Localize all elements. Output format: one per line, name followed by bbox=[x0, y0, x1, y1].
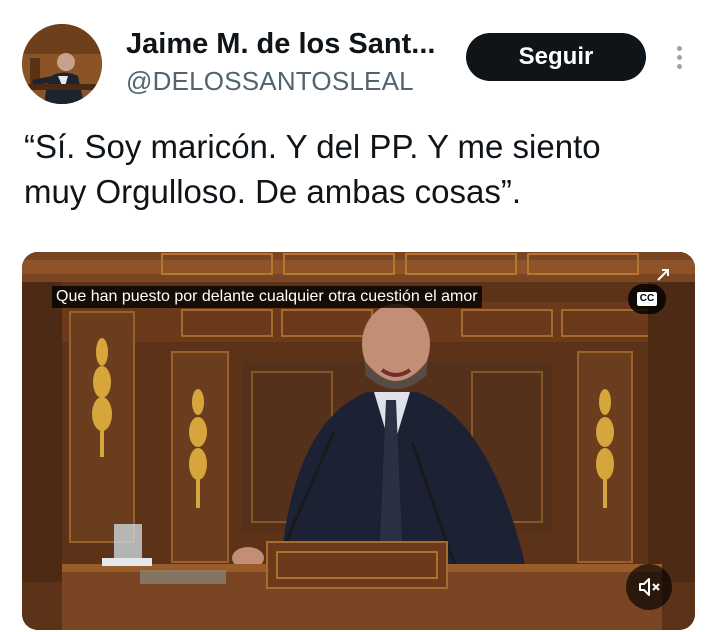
expand-icon[interactable] bbox=[654, 266, 672, 284]
avatar-photo bbox=[22, 24, 102, 104]
author-handle[interactable]: @DELOSSANTOSLEAL bbox=[126, 66, 414, 97]
dot bbox=[676, 54, 682, 60]
video-frame bbox=[22, 252, 695, 630]
author-name[interactable]: Jaime M. de los Sant... bbox=[126, 28, 444, 61]
speaker-muted-icon[interactable] bbox=[626, 564, 672, 610]
tweet-header: Jaime M. de los Sant... @DELOSSANTOSLEAL… bbox=[0, 0, 718, 110]
dot bbox=[676, 45, 682, 51]
video-caption: Que han puesto por delante cualquier otr… bbox=[52, 286, 482, 308]
tweet-text-line: “Sí. Soy maricón. Y del PP. Y me siento bbox=[24, 128, 601, 165]
closed-captions-button[interactable]: CC bbox=[628, 284, 666, 314]
more-options-icon[interactable] bbox=[664, 40, 694, 74]
tweet-text-line: muy Orgulloso. De ambas cosas”. bbox=[24, 173, 522, 210]
cc-icon: CC bbox=[636, 292, 658, 306]
author-avatar[interactable] bbox=[22, 24, 102, 104]
follow-button[interactable]: Seguir bbox=[466, 33, 646, 81]
mute-glyph bbox=[639, 578, 660, 596]
dot bbox=[676, 63, 682, 69]
video-player[interactable]: Que han puesto por delante cualquier otr… bbox=[22, 252, 695, 630]
tweet-text: “Sí. Soy maricón. Y del PP. Y me siento … bbox=[24, 124, 704, 214]
